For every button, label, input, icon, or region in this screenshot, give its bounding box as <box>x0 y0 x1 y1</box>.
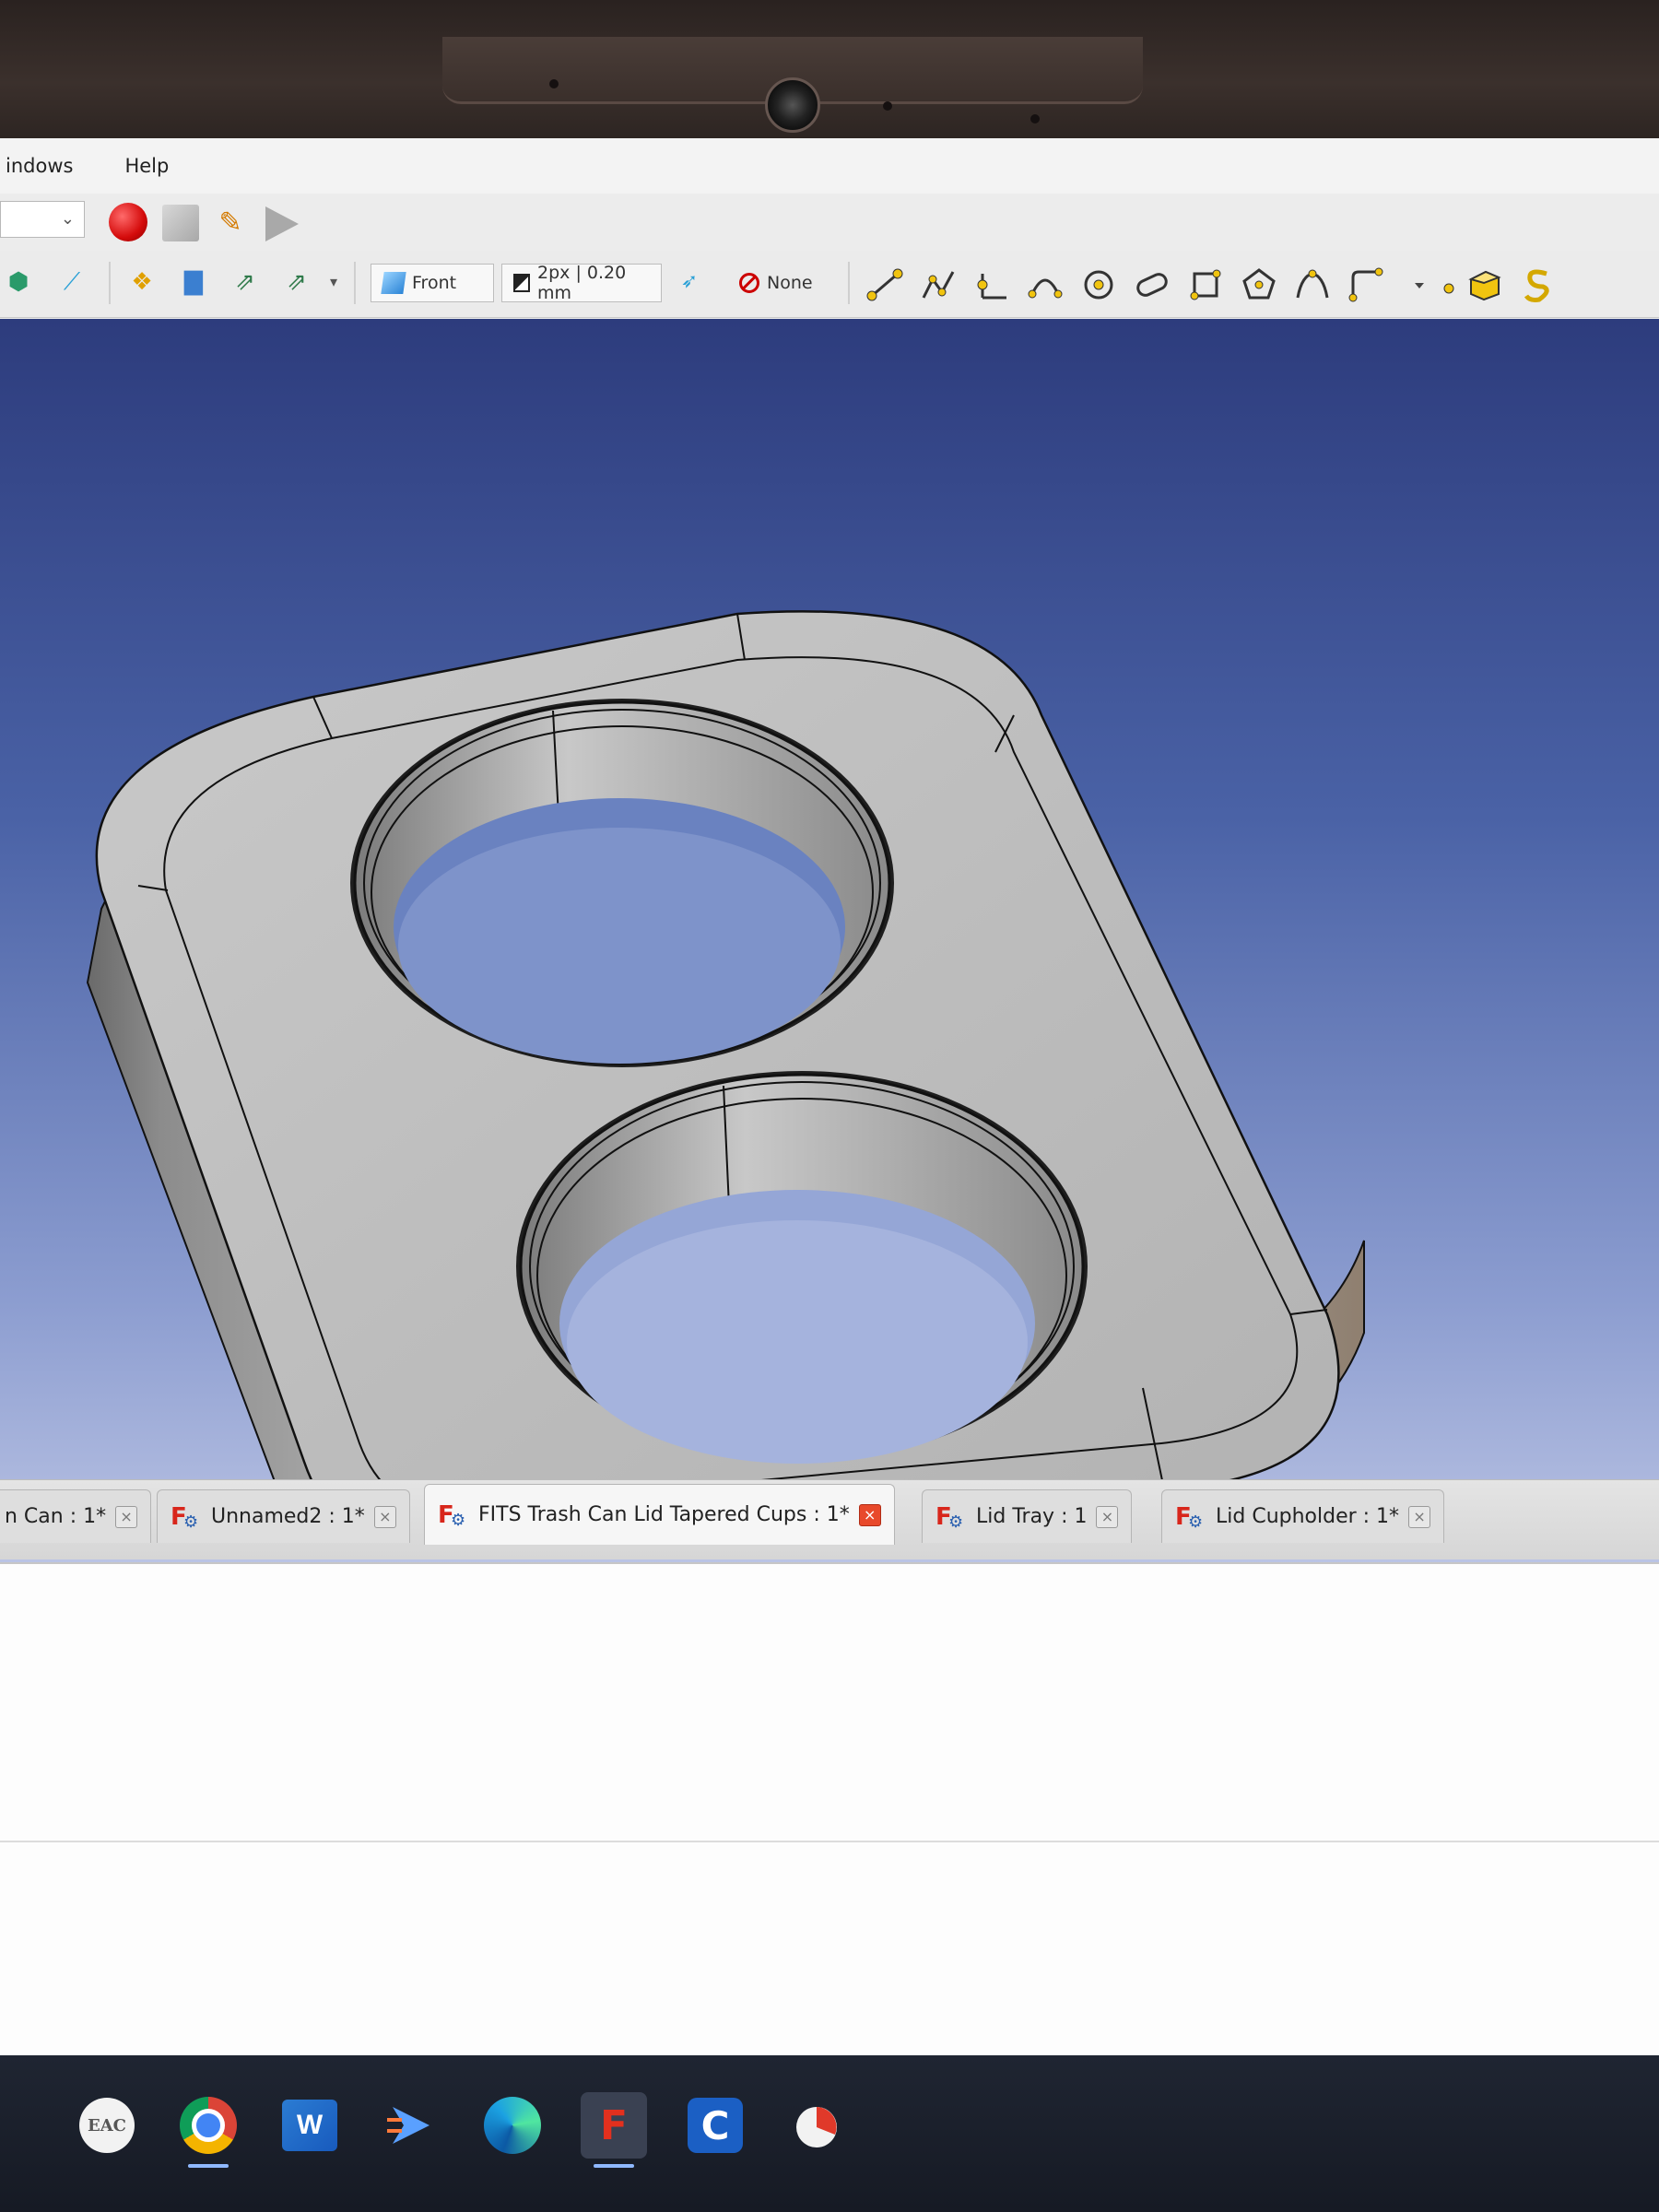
sketch-bspline-icon[interactable] <box>1294 266 1331 303</box>
tab-trash-can[interactable]: n Can : 1* × <box>0 1489 152 1543</box>
taskbar-app-red[interactable] <box>783 2092 850 2159</box>
workbench-dropdown[interactable]: ⌄ <box>0 201 85 238</box>
freecad-logo-icon: F ⚙ <box>438 1500 466 1530</box>
close-icon[interactable]: × <box>1096 1505 1119 1528</box>
cura-icon: C <box>688 2098 743 2153</box>
view-front-button[interactable]: Front <box>371 264 494 302</box>
tab-label: FITS Trash Can Lid Tapered Cups : 1* <box>478 1503 850 1526</box>
none-icon <box>739 273 759 293</box>
tab-label: n Can : 1* <box>5 1505 107 1528</box>
sensor-dot <box>1030 114 1040 124</box>
chrome-icon <box>180 2097 237 2154</box>
sketch-fillet-icon[interactable] <box>1347 266 1384 303</box>
macro-edit-icon[interactable]: ✎ <box>212 205 249 241</box>
taskbar-word[interactable]: W <box>276 2092 343 2159</box>
taskbar-cura[interactable]: C <box>682 2092 748 2159</box>
app-icon <box>796 2107 837 2147</box>
sketch-rectangle-icon[interactable] <box>1187 266 1224 303</box>
sketch-arc-icon[interactable] <box>1027 266 1064 303</box>
menu-windows[interactable]: indows <box>0 151 78 181</box>
close-icon[interactable]: × <box>115 1505 138 1528</box>
sketch-polygon-icon[interactable] <box>1241 266 1277 303</box>
menubar: indows Help <box>0 138 1659 194</box>
sketch-polyline-icon[interactable] <box>920 266 957 303</box>
sketch-line-icon[interactable] <box>866 266 903 303</box>
sketch-point-icon[interactable] <box>973 266 1010 303</box>
link-actions-icon[interactable]: ⇗ <box>278 264 315 300</box>
app-icon <box>387 2107 429 2144</box>
tab-label: Lid Tray : 1 <box>976 1505 1088 1528</box>
chevron-down-icon[interactable]: ▾ <box>324 264 343 300</box>
taskbar-app[interactable] <box>378 2092 444 2159</box>
taskbar-chrome[interactable] <box>175 2092 241 2168</box>
macro-record-icon[interactable] <box>109 203 147 241</box>
close-icon[interactable]: × <box>858 1503 881 1526</box>
pad-icon[interactable] <box>1465 266 1502 303</box>
edge-icon <box>484 2097 541 2154</box>
tab-label: Lid Cupholder : 1* <box>1216 1505 1400 1528</box>
sketch-slot-icon[interactable] <box>1134 266 1171 303</box>
freecad-logo-icon: F ⚙ <box>935 1502 964 1532</box>
sketcher-tools <box>866 258 1556 312</box>
toolbar-separator <box>109 262 111 304</box>
laptop-bezel <box>0 0 1659 138</box>
tab-unnamed2[interactable]: F ⚙ Unnamed2 : 1* × <box>157 1489 410 1543</box>
close-icon[interactable]: × <box>1408 1505 1431 1528</box>
report-view-panel[interactable] <box>0 1562 1659 2062</box>
document-tab-bar: n Can : 1* × F ⚙ Unnamed2 : 1* × F ⚙ FITS … <box>0 1479 1659 1559</box>
shape-binder-icon[interactable] <box>1519 266 1556 303</box>
std-view-box-icon[interactable]: ⬢ <box>0 264 37 300</box>
view-label: Front <box>412 273 457 293</box>
link-icon[interactable]: ⇗ <box>227 264 264 300</box>
word-icon: W <box>282 2100 337 2151</box>
menu-help[interactable]: Help <box>119 151 174 181</box>
tab-lid-cupholder[interactable]: F ⚙ Lid Cupholder : 1* × <box>1161 1489 1445 1543</box>
tab-label: Unnamed2 : 1* <box>211 1505 365 1528</box>
macro-toolbar: ⌄ ✎ <box>0 194 1659 252</box>
chevron-down-icon: ⌄ <box>60 209 75 229</box>
close-icon[interactable]: × <box>373 1505 396 1528</box>
measure-icon[interactable]: ⟋ <box>53 264 90 300</box>
macro-run-icon[interactable] <box>265 206 299 241</box>
sketch-dot-icon[interactable] <box>1430 266 1454 303</box>
line-width-button[interactable]: 2px | 0.20 mm <box>501 263 662 303</box>
none-label: None <box>767 273 813 293</box>
group-folder-icon[interactable]: ▇ <box>175 264 212 300</box>
autogroup-none-button[interactable]: None <box>728 264 839 302</box>
freecad-logo-icon: F ⚙ <box>171 1502 199 1532</box>
cube-icon <box>381 272 406 294</box>
taskbar-edge[interactable] <box>479 2092 546 2159</box>
sensor-dot <box>883 101 892 111</box>
taskbar-eac[interactable]: EAC <box>74 2092 140 2159</box>
sensor-dot <box>549 79 559 88</box>
part-icon[interactable]: ❖ <box>124 264 160 300</box>
cup-holder-model[interactable] <box>0 319 1659 1628</box>
freecad-logo-icon: F <box>599 2101 629 2149</box>
toolbar-separator <box>848 262 850 304</box>
macro-stop-icon[interactable] <box>162 205 199 241</box>
eac-icon: EAC <box>79 2098 135 2153</box>
panel-divider <box>0 1841 1659 1842</box>
line-width-label: 2px | 0.20 mm <box>537 263 627 303</box>
chevron-down-icon[interactable] <box>1401 266 1424 303</box>
taskbar-freecad[interactable]: F <box>581 2092 647 2168</box>
main-toolbar: ⬢ ⟋ ❖ ▇ ⇗ ⇗ ▾ Front 2px | 0.20 mm ➶ None <box>0 251 1659 318</box>
freecad-logo-icon: F ⚙ <box>1175 1502 1204 1532</box>
line-style-icon <box>513 274 531 292</box>
webcam-icon <box>765 77 820 133</box>
3d-viewport[interactable] <box>0 319 1659 1628</box>
toolbar-separator <box>354 262 356 304</box>
autogroup-icon[interactable]: ➶ <box>671 264 708 300</box>
tab-lid-tray[interactable]: F ⚙ Lid Tray : 1 × <box>922 1489 1133 1543</box>
freecad-window: indows Help ⌄ ✎ ⬢ ⟋ ❖ ▇ ⇗ ⇗ ▾ Front 2px … <box>0 138 1659 2062</box>
windows-taskbar: EAC W F C <box>0 2055 1659 2212</box>
tab-fits-trash-can-lid[interactable]: F ⚙ FITS Trash Can Lid Tapered Cups : 1* … <box>424 1484 895 1545</box>
sketch-circle-icon[interactable] <box>1080 266 1117 303</box>
